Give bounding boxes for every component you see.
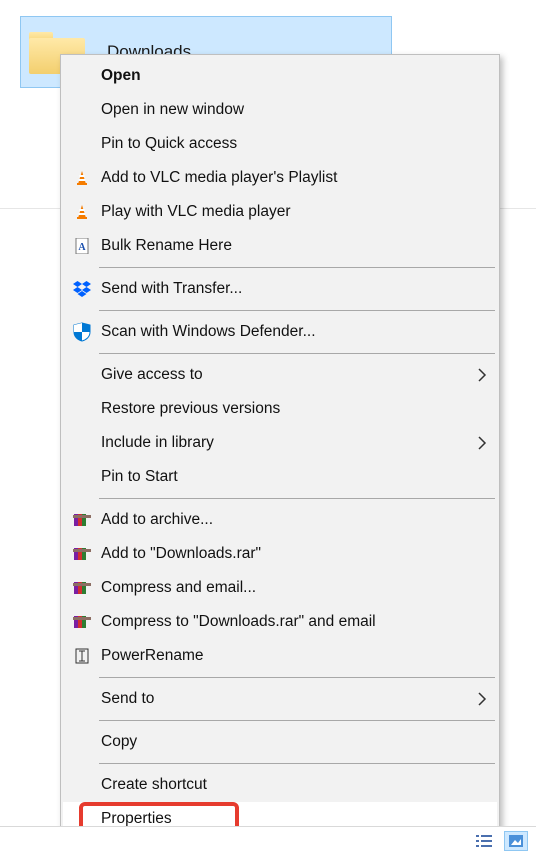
menu-item-copy[interactable]: Copy [63,725,497,759]
winrar-books-icon [69,614,95,630]
menu-item-include-library[interactable]: Include in library [63,426,497,460]
vlc-cone-icon [69,170,95,186]
folder-context-menu: Open Open in new window Pin to Quick acc… [60,54,500,841]
menu-item-pin-start[interactable]: Pin to Start [63,460,497,494]
menu-item-label: Send to [95,690,471,708]
document-a-icon: A [69,238,95,254]
menu-item-label: Compress and email... [95,579,487,597]
menu-item-add-archive[interactable]: Add to archive... [63,503,497,537]
menu-item-bulk-rename[interactable]: A Bulk Rename Here [63,229,497,263]
view-large-icons-icon[interactable] [504,831,528,851]
winrar-books-icon [69,580,95,596]
menu-item-label: PowerRename [95,647,487,665]
menu-item-label: Add to "Downloads.rar" [95,545,487,563]
chevron-right-icon [471,436,487,450]
menu-item-label: Compress to "Downloads.rar" and email [95,613,487,631]
menu-item-label: Scan with Windows Defender... [95,323,487,341]
menu-item-compress-email[interactable]: Compress and email... [63,571,497,605]
menu-item-give-access[interactable]: Give access to [63,358,497,392]
dropbox-icon [69,281,95,297]
menu-item-label: Copy [95,733,487,751]
menu-item-send-transfer[interactable]: Send with Transfer... [63,272,497,306]
menu-separator [99,720,495,721]
menu-item-label: Add to archive... [95,511,487,529]
menu-item-vlc-playlist[interactable]: Add to VLC media player's Playlist [63,161,497,195]
defender-shield-icon [69,322,95,342]
menu-separator [99,763,495,764]
menu-item-label: Bulk Rename Here [95,237,487,255]
menu-item-pin-quick-access[interactable]: Pin to Quick access [63,127,497,161]
chevron-right-icon [471,692,487,706]
menu-item-label: Open [95,67,487,85]
text-cursor-icon [69,648,95,664]
explorer-window: Downloads Open Open in new window Pin to… [0,0,536,854]
view-details-icon[interactable] [472,831,496,851]
menu-item-vlc-play[interactable]: Play with VLC media player [63,195,497,229]
menu-item-label: Pin to Start [95,468,487,486]
menu-separator [99,498,495,499]
menu-item-add-downloads-rar[interactable]: Add to "Downloads.rar" [63,537,497,571]
chevron-right-icon [471,368,487,382]
menu-item-label: Send with Transfer... [95,280,487,298]
menu-item-open-new-window[interactable]: Open in new window [63,93,497,127]
explorer-statusbar [0,826,536,854]
menu-item-label: Open in new window [95,101,487,119]
menu-item-label: Pin to Quick access [95,135,487,153]
vlc-cone-icon [69,204,95,220]
menu-item-label: Play with VLC media player [95,203,487,221]
menu-separator [99,353,495,354]
menu-separator [99,267,495,268]
svg-text:A: A [78,242,86,253]
menu-item-label: Add to VLC media player's Playlist [95,169,487,187]
menu-item-send-to[interactable]: Send to [63,682,497,716]
menu-item-open[interactable]: Open [63,59,497,93]
menu-item-label: Include in library [95,434,471,452]
menu-separator [99,310,495,311]
menu-item-label: Restore previous versions [95,400,487,418]
menu-item-label: Create shortcut [95,776,487,794]
menu-item-restore-previous[interactable]: Restore previous versions [63,392,497,426]
menu-item-defender-scan[interactable]: Scan with Windows Defender... [63,315,497,349]
menu-item-powerrename[interactable]: PowerRename [63,639,497,673]
menu-separator [99,677,495,678]
winrar-books-icon [69,546,95,562]
menu-item-create-shortcut[interactable]: Create shortcut [63,768,497,802]
menu-item-compress-downloads-email[interactable]: Compress to "Downloads.rar" and email [63,605,497,639]
winrar-books-icon [69,512,95,528]
menu-item-label: Give access to [95,366,471,384]
